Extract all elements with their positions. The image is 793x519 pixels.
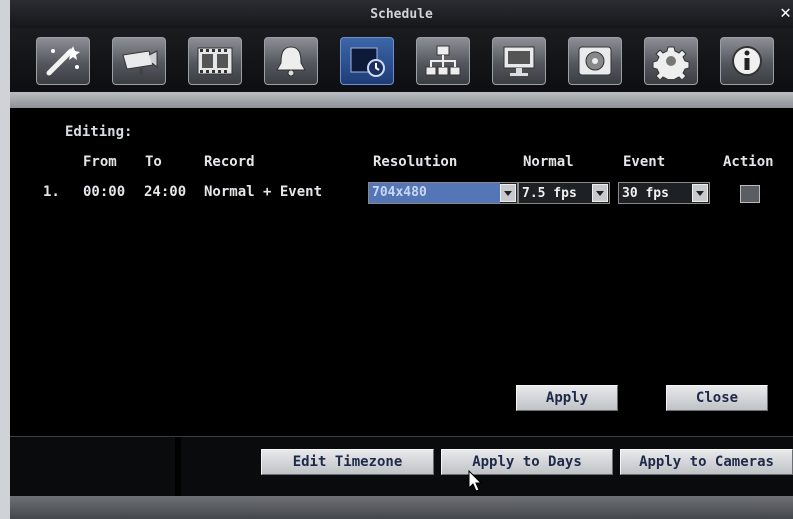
event-fps-value: 30 fps	[622, 185, 669, 201]
schedule-window: Schedule ✕ Editing: From To Record Resol…	[10, 0, 793, 519]
title-bar: Schedule ✕	[10, 0, 793, 28]
editing-heading: Editing:	[65, 124, 133, 140]
wizard-icon[interactable]	[36, 37, 90, 85]
monitor-icon[interactable]	[492, 37, 546, 85]
bottom-divider	[175, 437, 181, 497]
resolution-select[interactable]: 704x480	[368, 182, 518, 204]
column-header-event: Event	[623, 154, 666, 170]
column-header-resolution: Resolution	[373, 154, 458, 170]
row-index: 1.	[43, 184, 60, 200]
gear-icon[interactable]	[644, 37, 698, 85]
network-icon[interactable]	[416, 37, 470, 85]
apply-to-cameras-button[interactable]: Apply to Cameras	[620, 449, 793, 475]
normal-fps-value: 7.5 fps	[522, 185, 577, 201]
disk-icon[interactable]	[568, 37, 622, 85]
row-to-time: 24:00	[144, 184, 187, 200]
schedule-editor-panel: Editing: From To Record Resolution Norma…	[10, 108, 793, 436]
mouse-cursor-icon	[468, 470, 483, 492]
schedule-icon[interactable]	[340, 37, 394, 85]
bottom-left-pane	[10, 437, 176, 495]
chevron-down-icon[interactable]	[500, 184, 516, 202]
alarm-bell-icon[interactable]	[264, 37, 318, 85]
column-header-from: From	[83, 154, 117, 170]
bottom-bar: Edit Timezone Apply to Days Apply to Cam…	[10, 436, 793, 497]
window-title: Schedule	[370, 7, 433, 22]
resolution-value: 704x480	[369, 183, 500, 203]
row-record-mode: Normal + Event	[204, 184, 323, 200]
camera-icon[interactable]	[112, 37, 166, 85]
row-from-time: 00:00	[83, 184, 126, 200]
chevron-down-icon[interactable]	[592, 184, 608, 202]
column-header-normal: Normal	[523, 154, 574, 170]
info-icon[interactable]	[720, 37, 774, 85]
close-icon[interactable]: ✕	[780, 2, 791, 24]
film-icon[interactable]	[188, 37, 242, 85]
column-header-to: To	[145, 154, 162, 170]
event-fps-select[interactable]: 30 fps	[618, 182, 710, 204]
footer-bar	[10, 496, 793, 519]
chevron-down-icon[interactable]	[692, 184, 708, 202]
apply-button[interactable]: Apply	[516, 385, 618, 411]
normal-fps-select[interactable]: 7.5 fps	[518, 182, 610, 204]
action-checkbox[interactable]	[740, 185, 760, 203]
apply-to-days-button[interactable]: Apply to Days	[441, 449, 613, 475]
toolbar-divider	[10, 92, 793, 108]
edit-timezone-button[interactable]: Edit Timezone	[261, 449, 434, 475]
close-button[interactable]: Close	[666, 385, 768, 411]
toolbar	[10, 28, 793, 92]
column-header-action: Action	[723, 154, 774, 170]
column-header-record: Record	[204, 154, 255, 170]
